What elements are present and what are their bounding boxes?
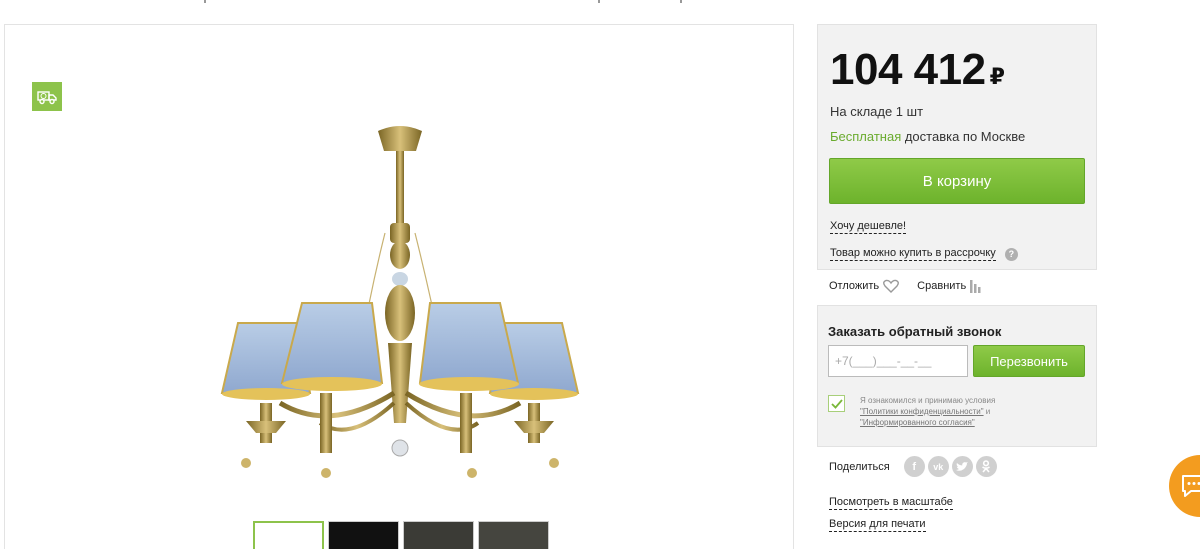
- callback-form: Заказать обратный звонок Перезвонить Я о…: [817, 305, 1097, 447]
- thumbnail[interactable]: [403, 521, 474, 549]
- compare-label: Сравнить: [917, 280, 967, 292]
- postpone-label: Отложить: [829, 280, 880, 292]
- phone-input[interactable]: [828, 345, 968, 377]
- share-block: Поделиться f vk: [829, 456, 1000, 477]
- informed-consent-link[interactable]: "Информированного согласия": [860, 418, 975, 427]
- compare-button[interactable]: Сравнить: [917, 279, 982, 293]
- product-actions: Отложить Сравнить: [829, 279, 982, 293]
- twitter-icon[interactable]: [951, 456, 973, 477]
- stock-status: На складе 1 шт: [830, 104, 924, 119]
- currency-sign: ₽: [989, 64, 1005, 89]
- thumbnail[interactable]: [328, 521, 399, 549]
- vk-icon[interactable]: vk: [927, 456, 949, 477]
- product-gallery: [4, 24, 794, 549]
- consent-and: и: [983, 407, 991, 416]
- product-price: 104 412 ₽: [830, 45, 1005, 102]
- product-image[interactable]: [210, 103, 590, 493]
- installment-link[interactable]: Товар можно купить в рассрочку: [830, 247, 996, 261]
- print-version-link[interactable]: Версия для печати: [829, 518, 926, 532]
- delivery-text: доставка по Москве: [901, 129, 1026, 144]
- delivery-truck-icon: [32, 82, 62, 111]
- view-zoom-link[interactable]: Посмотреть в масштабе: [829, 496, 953, 510]
- facebook-icon[interactable]: f: [903, 456, 925, 477]
- heart-icon: [883, 279, 900, 293]
- installment-info: Товар можно купить в рассрочку ?: [830, 247, 1018, 261]
- delivery-info: Бесплатная доставка по Москве: [830, 129, 1025, 144]
- chat-bubble-icon: [1182, 475, 1200, 497]
- want-cheaper-link[interactable]: Хочу дешевле!: [830, 220, 907, 234]
- consent-line: Я ознакомился и принимаю условия: [860, 396, 996, 405]
- thumbnail[interactable]: [478, 521, 549, 549]
- consent-checkbox[interactable]: [828, 395, 845, 412]
- check-icon: [830, 398, 843, 409]
- help-icon[interactable]: ?: [1004, 247, 1018, 261]
- postpone-button[interactable]: Отложить: [829, 279, 900, 293]
- thumbnail-strip: [253, 521, 549, 549]
- cropped-header-strip: [0, 0, 800, 6]
- odnoklassniki-icon[interactable]: [975, 456, 997, 477]
- add-to-cart-button[interactable]: В корзину: [829, 158, 1085, 204]
- chat-button[interactable]: [1169, 455, 1200, 517]
- share-label: Поделиться: [829, 460, 890, 473]
- price-value: 104 412: [830, 45, 986, 94]
- callback-button[interactable]: Перезвонить: [973, 345, 1085, 377]
- thumbnail[interactable]: [253, 521, 324, 549]
- delivery-free-label: Бесплатная: [830, 129, 902, 144]
- callback-title: Заказать обратный звонок: [828, 324, 1002, 339]
- privacy-policy-link[interactable]: "Политики конфиденциальности": [860, 407, 984, 416]
- consent-text: Я ознакомился и принимаю условия "Полити…: [860, 395, 1080, 428]
- buy-box: 104 412 ₽ На складе 1 шт Бесплатная доста…: [817, 24, 1097, 270]
- compare-bars-icon: [970, 279, 981, 293]
